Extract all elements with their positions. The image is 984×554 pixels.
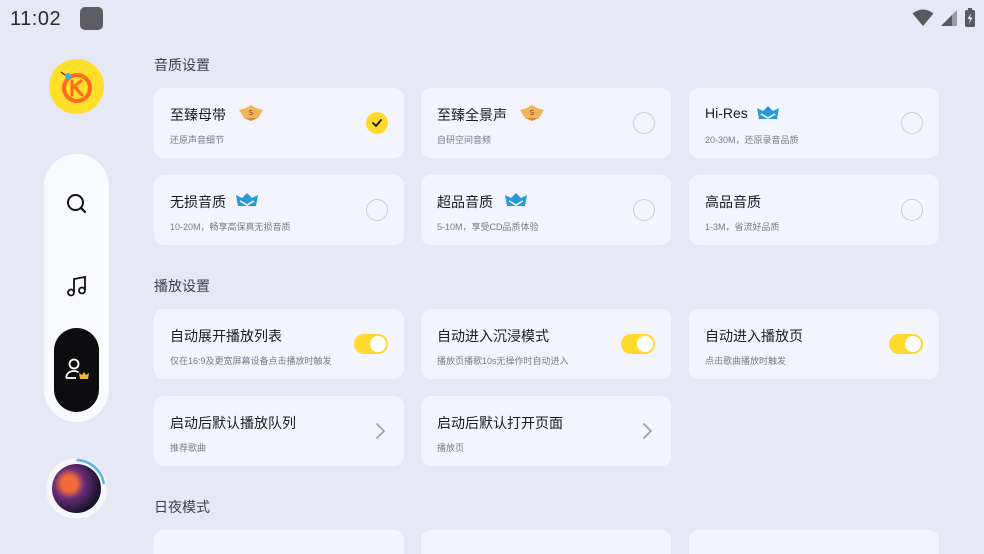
toggle-switch[interactable] <box>889 334 923 354</box>
nav-menu <box>44 154 109 422</box>
playback-option-expand-list[interactable]: 自动展开播放列表 仅在16:9及更宽屏幕设备点击播放时触发 <box>154 309 404 379</box>
option-title: 至臻全景声 <box>437 107 507 123</box>
option-radio[interactable] <box>633 112 655 134</box>
option-title: 自动进入播放页 <box>705 328 803 344</box>
option-title: Hi-Res <box>705 105 748 121</box>
svg-text:S: S <box>530 109 535 117</box>
toggle-switch[interactable] <box>621 334 655 354</box>
option-radio[interactable] <box>366 199 388 221</box>
progress-ring <box>76 458 106 485</box>
playback-option-default-queue[interactable]: 启动后默认播放队列 推荐歌曲 <box>154 396 404 466</box>
quality-option-lossless[interactable]: 无损音质 10-20M，畅享高保真无损音质 <box>154 175 404 245</box>
quality-option-super[interactable]: 超品音质 5-10M，享受CD品质体验 <box>421 175 671 245</box>
nav-rail <box>0 36 134 554</box>
profile-icon <box>64 358 89 379</box>
music-note-icon <box>66 275 86 296</box>
option-title: 无损音质 <box>170 194 226 210</box>
option-title: 高品音质 <box>705 194 761 210</box>
vip-badge-icon <box>505 193 527 206</box>
quality-option-high[interactable]: 高品音质 1-3M，省流好品质 <box>689 175 939 245</box>
daynight-option-card[interactable] <box>421 530 671 554</box>
option-subtitle: 仅在16:9及更宽屏幕设备点击播放时触发 <box>170 356 332 366</box>
status-time: 11:02 <box>10 8 62 30</box>
toggle-knob <box>637 336 653 352</box>
cellular-signal-icon <box>941 10 957 26</box>
playback-option-auto-player[interactable]: 自动进入播放页 点击歌曲播放时触发 <box>689 309 939 379</box>
nav-profile-button[interactable] <box>54 328 99 412</box>
status-bar: 11:02 <box>0 0 984 36</box>
nav-search-button[interactable] <box>54 181 99 226</box>
toggle-knob <box>370 336 386 352</box>
quality-section-title: 音质设置 <box>154 57 210 73</box>
vip-badge-icon <box>236 193 258 206</box>
selected-radio[interactable] <box>366 112 388 134</box>
quality-option-master[interactable]: 至臻母带 S 还原声音细节 <box>154 88 404 158</box>
option-subtitle: 自研空间音频 <box>437 135 492 145</box>
option-title: 启动后默认打开页面 <box>437 415 563 431</box>
wifi-icon <box>912 9 934 26</box>
daynight-section-title: 日夜模式 <box>154 499 210 515</box>
option-subtitle: 还原声音细节 <box>170 135 225 145</box>
option-radio[interactable] <box>901 199 923 221</box>
playback-option-default-page[interactable]: 启动后默认打开页面 播放页 <box>421 396 671 466</box>
option-subtitle: 5-10M，享受CD品质体验 <box>437 222 539 232</box>
option-subtitle: 推荐歌曲 <box>170 443 207 453</box>
option-radio[interactable] <box>633 199 655 221</box>
option-radio[interactable] <box>901 112 923 134</box>
kugou-logo-icon <box>60 70 92 103</box>
notification-icon <box>80 7 103 30</box>
toggle-knob <box>905 336 921 352</box>
chevron-right-icon <box>376 423 386 439</box>
quality-option-atmos[interactable]: 至臻全景声 S 自研空间音频 <box>421 88 671 158</box>
option-subtitle: 点击歌曲播放时触发 <box>705 356 787 366</box>
svip-badge-icon: S <box>520 105 544 121</box>
option-title: 超品音质 <box>437 194 493 210</box>
option-title: 自动展开播放列表 <box>170 328 282 344</box>
option-subtitle: 10-20M，畅享高保真无损音质 <box>170 222 291 232</box>
daynight-option-card[interactable] <box>154 530 404 554</box>
app-logo[interactable] <box>49 59 104 114</box>
svip-badge-icon: S <box>239 105 263 121</box>
option-title: 至臻母带 <box>170 107 226 123</box>
nav-music-button[interactable] <box>54 264 99 309</box>
check-icon <box>372 119 382 127</box>
search-icon <box>66 193 86 213</box>
option-title: 自动进入沉浸模式 <box>437 328 549 344</box>
option-subtitle: 播放页播歌10s无操作时自动进入 <box>437 356 569 366</box>
toggle-switch[interactable] <box>354 334 388 354</box>
playback-section-title: 播放设置 <box>154 278 210 294</box>
daynight-option-card[interactable] <box>689 530 939 554</box>
option-title: 启动后默认播放队列 <box>170 415 296 431</box>
option-subtitle: 1-3M，省流好品质 <box>705 222 780 232</box>
option-subtitle: 播放页 <box>437 443 465 453</box>
battery-icon <box>965 8 975 27</box>
option-subtitle: 20-30M，还原录音品质 <box>705 135 799 145</box>
user-avatar[interactable] <box>46 458 107 519</box>
quality-option-hires[interactable]: Hi-Res 20-30M，还原录音品质 <box>689 88 939 158</box>
chevron-right-icon <box>643 423 653 439</box>
svg-text:S: S <box>249 109 254 117</box>
vip-badge-icon <box>757 106 779 119</box>
playback-option-immersive[interactable]: 自动进入沉浸模式 播放页播歌10s无操作时自动进入 <box>421 309 671 379</box>
